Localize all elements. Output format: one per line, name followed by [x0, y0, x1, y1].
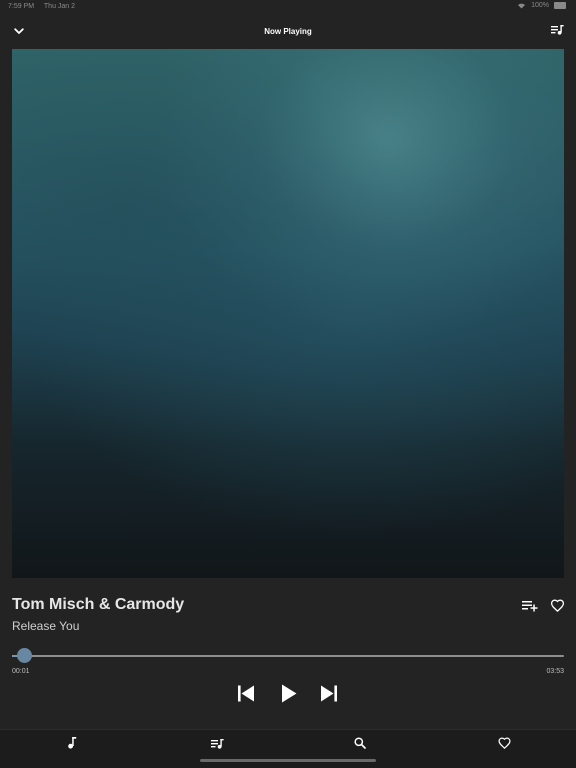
music-note-icon — [67, 736, 77, 754]
queue-music-icon — [210, 736, 224, 754]
queue-music-icon — [550, 22, 564, 40]
track-title: Release You — [12, 619, 80, 633]
heart-outline-icon — [550, 599, 565, 617]
status-left: 7:59 PM Thu Jan 2 — [8, 3, 83, 10]
progress-bar[interactable] — [12, 648, 564, 663]
progress-scrubber-handle[interactable] — [17, 648, 32, 663]
play-icon — [281, 684, 297, 708]
tab-favorites[interactable] — [492, 735, 516, 755]
playback-controls — [0, 684, 576, 708]
status-bar: 7:59 PM Thu Jan 2 100% — [0, 0, 576, 14]
track-artist: Tom Misch & Carmody — [12, 596, 185, 613]
search-icon — [354, 736, 366, 754]
header: Now Playing — [0, 20, 576, 44]
add-to-playlist-button[interactable] — [521, 600, 539, 616]
battery-icon — [554, 2, 566, 9]
queue-button[interactable] — [549, 23, 565, 39]
playlist-add-icon — [522, 599, 538, 617]
battery-percent: 100% — [531, 2, 549, 9]
play-button[interactable] — [277, 684, 301, 708]
skip-previous-icon — [237, 685, 255, 707]
page-title: Now Playing — [264, 27, 312, 36]
heart-outline-icon — [497, 736, 511, 754]
status-time: 7:59 PM — [8, 3, 35, 10]
previous-button[interactable] — [234, 684, 258, 708]
tab-queue[interactable] — [205, 735, 229, 755]
now-playing-screen: 7:59 PM Thu Jan 2 100% Now Playing Tom M… — [0, 0, 576, 768]
tab-search[interactable] — [348, 735, 372, 755]
total-duration: 03:53 — [546, 668, 564, 675]
status-date: Thu Jan 2 — [43, 3, 76, 10]
status-right: 100% — [517, 2, 566, 9]
wifi-icon — [517, 2, 526, 9]
skip-next-icon — [320, 685, 338, 707]
tab-bar — [0, 729, 576, 768]
home-indicator[interactable] — [200, 759, 376, 762]
tab-library[interactable] — [60, 735, 84, 755]
favorite-button[interactable] — [548, 599, 566, 617]
next-button[interactable] — [317, 684, 341, 708]
album-artwork — [12, 49, 564, 578]
elapsed-time: 00:01 — [12, 668, 30, 675]
